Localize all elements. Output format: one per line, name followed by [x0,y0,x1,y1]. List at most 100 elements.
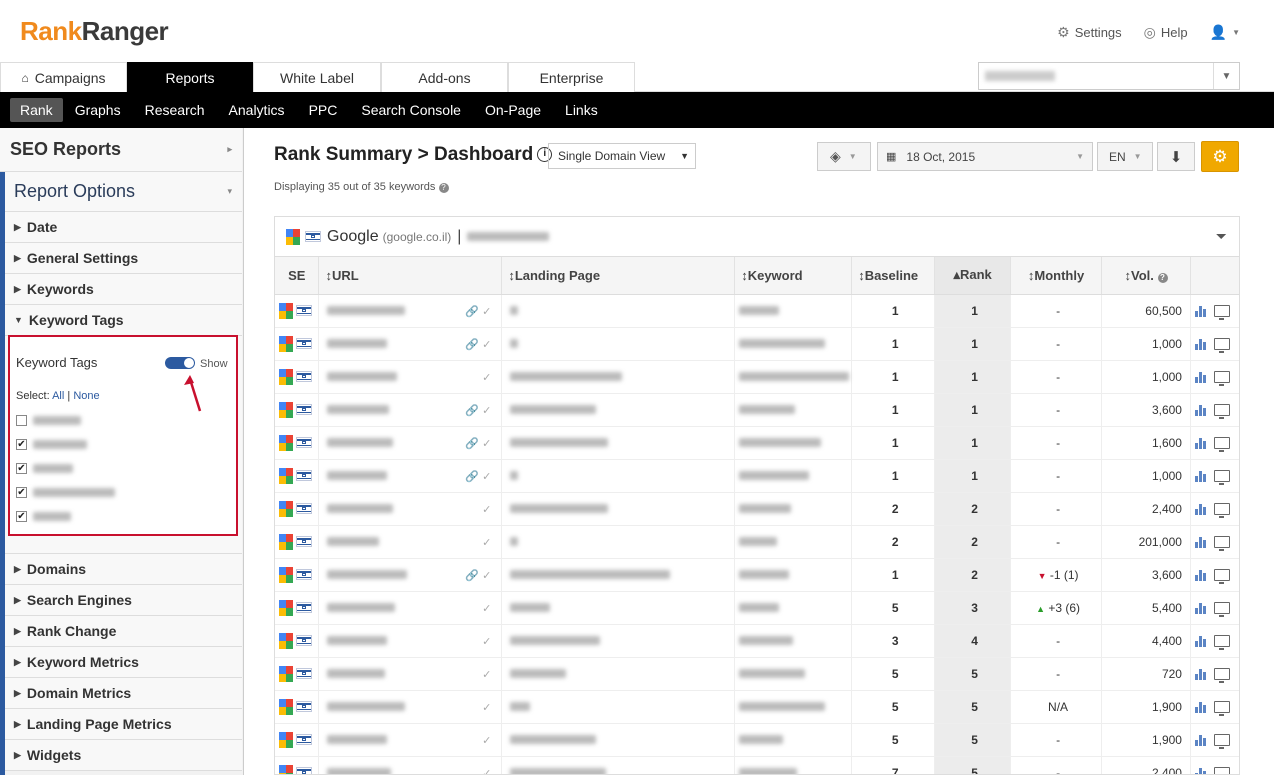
url-cell[interactable]: 🔗 ✓ [318,558,503,592]
landing-page-cell[interactable] [501,294,736,328]
landing-page-cell[interactable] [501,624,736,658]
bar-chart-icon[interactable] [1194,305,1209,318]
help-circle-icon[interactable]: ? [1157,272,1168,283]
landing-page-cell[interactable] [501,459,736,493]
bar-chart-icon[interactable] [1194,536,1209,549]
date-select[interactable]: ▦ 18 Oct, 2015 ▼ [877,142,1093,171]
checkbox[interactable] [16,415,27,426]
option-rank-change[interactable]: ▶ Rank Change [5,616,242,647]
download-button[interactable]: ⬇ [1157,142,1195,171]
option-general-settings[interactable]: ▶ General Settings [5,243,242,274]
logo[interactable]: RankRanger [20,16,169,47]
col-volume[interactable]: ↕Vol. ? [1101,257,1191,295]
landing-page-cell[interactable] [501,426,736,460]
campaign-select[interactable]: ▼ [978,62,1240,90]
settings-button[interactable]: ⚙ [1201,141,1239,172]
monitor-icon[interactable] [1213,602,1230,618]
landing-page-cell[interactable] [501,393,736,427]
link-icon[interactable]: 🔗 ✓ [465,569,491,582]
link-icon[interactable]: 🔗 ✓ [465,437,491,450]
help-circle-icon[interactable]: ? [438,183,449,193]
option-keyword-tags[interactable]: ▼ Keyword Tags [5,305,242,336]
col-se[interactable]: SE [275,257,320,295]
url-cell[interactable]: ✓ [318,624,503,658]
landing-page-cell[interactable] [501,360,736,394]
tab-campaigns[interactable]: ⌂ Campaigns [0,62,127,92]
landing-page-cell[interactable] [501,723,736,757]
link-icon[interactable]: 🔗 ✓ [465,404,491,417]
subnav-links[interactable]: Links [553,98,610,122]
monitor-icon[interactable] [1213,305,1230,321]
option-keywords[interactable]: ▶ Keywords [5,274,242,305]
url-cell[interactable]: 🔗 ✓ [318,294,503,328]
url-cell[interactable]: 🔗 ✓ [318,327,503,361]
bar-chart-icon[interactable] [1194,701,1209,714]
subnav-on-page[interactable]: On-Page [473,98,553,122]
option-widgets[interactable]: ▶ Widgets [5,740,242,771]
col-rank[interactable]: ▴Rank [934,257,1012,295]
keyword-tag-item[interactable]: ✔ [16,439,87,450]
select-all-link[interactable]: All [52,390,64,402]
keyword-tags-toggle[interactable] [165,357,195,369]
tab-white-label[interactable]: White Label [253,62,381,92]
url-cell[interactable]: ✓ [318,657,503,691]
settings-link[interactable]: ⚙ Settings [1057,24,1122,41]
language-select[interactable]: EN ▼ [1097,142,1153,171]
option-domains[interactable]: ▶ Domains [5,554,242,585]
col-monthly[interactable]: ↕Monthly [1010,257,1103,295]
bar-chart-icon[interactable] [1194,503,1209,516]
monitor-icon[interactable] [1213,371,1230,387]
keyword-tag-item[interactable]: ✔ [16,487,115,498]
monitor-icon[interactable] [1213,338,1230,354]
select-none-link[interactable]: None [73,390,99,402]
tab-enterprise[interactable]: Enterprise [508,62,635,92]
url-cell[interactable]: ✓ [318,690,503,724]
bar-chart-icon[interactable] [1194,470,1209,483]
landing-page-cell[interactable] [501,558,736,592]
checkbox[interactable]: ✔ [16,487,27,498]
monitor-icon[interactable] [1213,767,1230,774]
monitor-icon[interactable] [1213,470,1230,486]
col-baseline[interactable]: ↕Baseline [851,257,936,295]
option-search-engines[interactable]: ▶ Search Engines [5,585,242,616]
option-domain-metrics[interactable]: ▶ Domain Metrics [5,678,242,709]
landing-page-cell[interactable] [501,657,736,691]
keyword-tag-item[interactable]: ✔ [16,463,73,474]
monitor-icon[interactable] [1213,503,1230,519]
checkbox[interactable]: ✔ [16,439,27,450]
keyword-tag-item[interactable]: ✔ [16,511,71,522]
bar-chart-icon[interactable] [1194,635,1209,648]
bar-chart-icon[interactable] [1194,437,1209,450]
checkbox[interactable]: ✔ [16,511,27,522]
monitor-icon[interactable] [1213,536,1230,552]
landing-page-cell[interactable] [501,492,736,526]
bar-chart-icon[interactable] [1194,767,1209,774]
url-cell[interactable]: ✓ [318,525,503,559]
link-icon[interactable]: 🔗 ✓ [465,305,491,318]
url-cell[interactable]: ✓ [318,360,503,394]
link-icon[interactable]: 🔗 ✓ [465,470,491,483]
report-options-header[interactable]: Report Options ▾ [5,172,242,212]
seo-reports-header[interactable]: SEO Reports ▸ [0,128,242,172]
tab-add-ons[interactable]: Add-ons [381,62,508,92]
url-cell[interactable]: ✓ [318,756,503,774]
option-date[interactable]: ▶ Date [5,212,242,243]
subnav-analytics[interactable]: Analytics [217,98,297,122]
url-cell[interactable]: 🔗 ✓ [318,426,503,460]
bar-chart-icon[interactable] [1194,569,1209,582]
landing-page-cell[interactable] [501,690,736,724]
filter-icon[interactable]: ⏷ [1216,228,1227,245]
landing-page-cell[interactable] [501,327,736,361]
col-url[interactable]: ↕URL [318,257,503,295]
col-landing-page[interactable]: ↕Landing Page [501,257,736,295]
user-menu[interactable]: 👤 ▼ [1210,24,1240,41]
bar-chart-icon[interactable] [1194,371,1209,384]
checkbox[interactable]: ✔ [16,463,27,474]
bar-chart-icon[interactable] [1194,734,1209,747]
col-keyword[interactable]: ↕Keyword [734,257,853,295]
subnav-ppc[interactable]: PPC [297,98,350,122]
help-link[interactable]: ◎ Help [1144,24,1188,41]
landing-page-cell[interactable] [501,756,736,774]
landing-page-cell[interactable] [501,591,736,625]
url-cell[interactable]: ✓ [318,492,503,526]
